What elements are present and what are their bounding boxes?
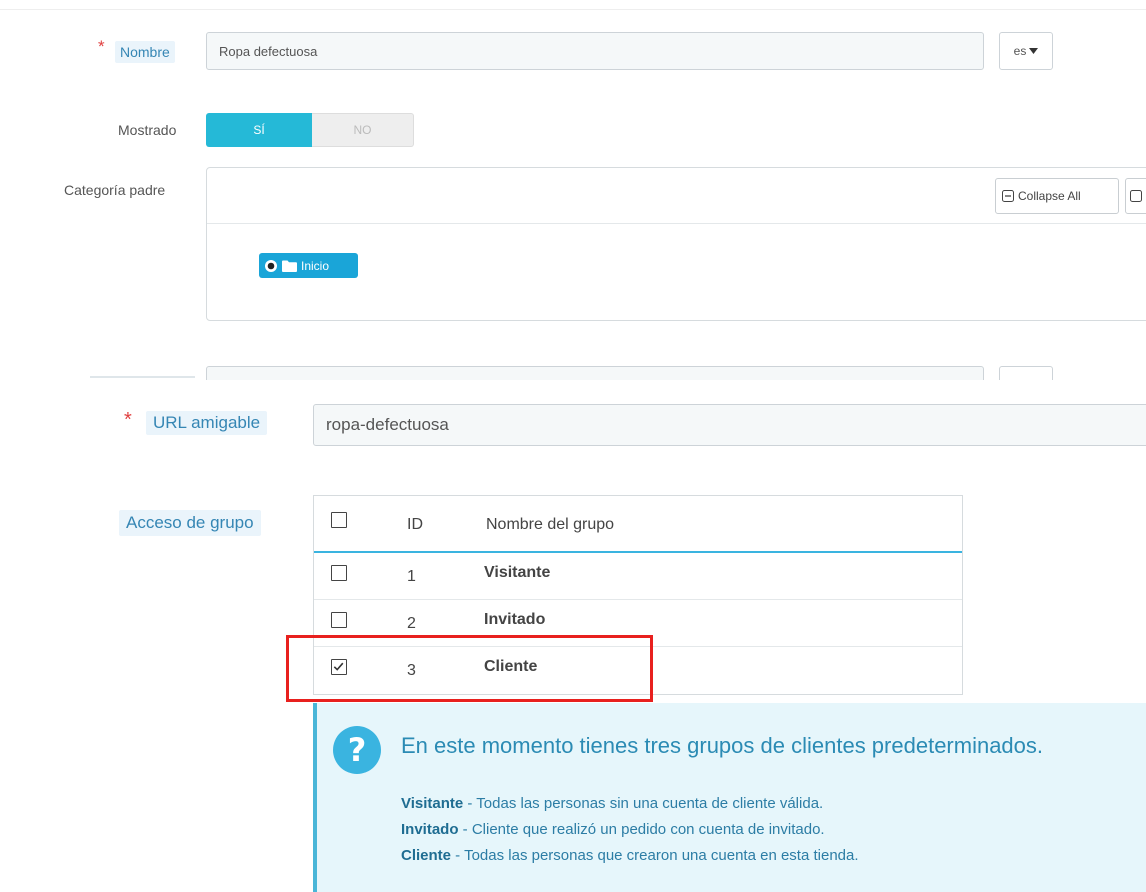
- friendly-url-value: ropa-defectuosa: [326, 415, 449, 434]
- radio-selected-icon[interactable]: [264, 259, 278, 273]
- group-name: Visitante: [484, 564, 551, 581]
- collapse-all-button[interactable]: Collapse All: [995, 178, 1119, 214]
- panel-divider: [207, 223, 1146, 224]
- cropped-button: [999, 366, 1053, 380]
- collapse-all-label: Collapse All: [1018, 189, 1081, 203]
- select-all-checkbox[interactable]: [331, 512, 347, 528]
- info-text: - Todas las personas que crearon una cue…: [451, 847, 859, 864]
- displayed-label: Mostrado: [118, 122, 177, 138]
- name-input-value: Ropa defectuosa: [219, 43, 318, 59]
- caret-down-icon: [1029, 48, 1039, 54]
- top-divider: [0, 9, 1146, 10]
- info-alert: ? En este momento tienes tres grupos de …: [313, 703, 1146, 892]
- column-id-header: ID: [407, 516, 423, 533]
- info-line-invitado: Invitado - Cliente que realizó un pedido…: [401, 821, 825, 838]
- tree-node-label: Inicio: [301, 258, 330, 273]
- table-row: 1 Visitante: [314, 553, 962, 600]
- column-name-header: Nombre del grupo: [486, 516, 615, 533]
- displayed-no-toggle[interactable]: NO: [312, 113, 414, 147]
- cropped-form-row: [0, 364, 1146, 380]
- group-id: 2: [407, 615, 416, 632]
- group-name: Invitado: [484, 611, 546, 628]
- question-circle-icon: ?: [333, 726, 381, 774]
- parent-category-label: Categoría padre: [64, 182, 166, 198]
- info-term: Visitante: [401, 795, 464, 812]
- displayed-yes-toggle[interactable]: SÍ: [206, 113, 312, 147]
- info-title: En este momento tienes tres grupos de cl…: [401, 733, 1044, 758]
- group-id: 1: [407, 568, 416, 585]
- language-dropdown[interactable]: es: [999, 32, 1053, 70]
- friendly-url-input[interactable]: ropa-defectuosa: [313, 404, 1146, 446]
- minus-square-icon: [1002, 190, 1014, 202]
- tree-node-inicio[interactable]: Inicio: [259, 253, 358, 278]
- info-line-visitante: Visitante - Todas las personas sin una c…: [401, 795, 823, 812]
- language-value: es: [1013, 44, 1027, 58]
- info-line-cliente: Cliente - Todas las personas que crearon…: [401, 847, 859, 864]
- plus-square-icon: [1130, 190, 1142, 202]
- cropped-input: [206, 366, 984, 380]
- info-term: Cliente: [401, 847, 452, 864]
- highlight-box: [286, 635, 653, 702]
- name-label: Nombre: [115, 41, 175, 63]
- group-access-label: Acceso de grupo: [119, 510, 261, 536]
- folder-icon: [282, 260, 297, 272]
- info-text: - Todas las personas sin una cuenta de c…: [463, 795, 824, 812]
- table-header-row: ID Nombre del grupo: [314, 496, 962, 553]
- svg-text:?: ?: [348, 731, 367, 769]
- friendly-url-label: URL amigable: [146, 411, 268, 435]
- group-checkbox-invitado[interactable]: [331, 612, 347, 628]
- required-asterisk: *: [98, 37, 105, 56]
- group-checkbox-visitante[interactable]: [331, 565, 347, 581]
- expand-all-button[interactable]: [1125, 178, 1146, 214]
- name-input[interactable]: Ropa defectuosa: [206, 32, 984, 70]
- info-text: - Cliente que realizó un pedido con cuen…: [458, 821, 825, 838]
- cropped-label: [90, 376, 195, 378]
- required-asterisk: *: [124, 409, 132, 431]
- info-term: Invitado: [401, 821, 459, 838]
